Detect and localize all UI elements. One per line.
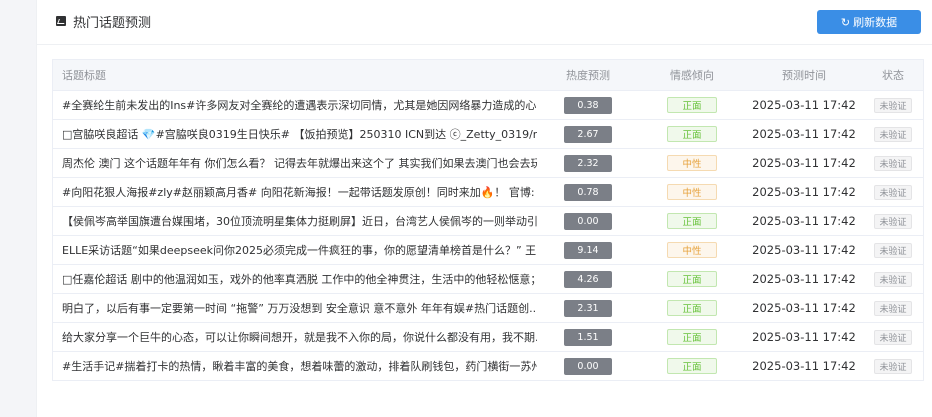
heat-badge: 0.38	[564, 96, 612, 114]
table-row[interactable]: 【侯佩岑高举国旗遭台媒围堵，30位顶流明星集体力挺刷屏】近日，台湾艺人侯佩岑的一…	[53, 207, 923, 236]
prediction-time: 2025-03-11 17:42	[752, 214, 856, 228]
header-status: 状态	[882, 69, 904, 82]
heat-badge: 0.00	[564, 357, 612, 375]
prediction-time: 2025-03-11 17:42	[752, 185, 856, 199]
header-title: 话题标题	[62, 69, 106, 82]
emotion-tag: 正面	[667, 97, 717, 113]
heat-badge: 2.67	[564, 125, 612, 143]
header-time: 预测时间	[782, 69, 826, 82]
heat-badge: 2.31	[564, 299, 612, 317]
refresh-button-label: 刷新数据	[853, 16, 898, 29]
status-badge: 未验证	[874, 271, 912, 287]
card-title: 热门话题预测	[73, 16, 152, 31]
heat-badge: 4.26	[564, 270, 612, 288]
table-row[interactable]: □宫脇咲良超话 💎#宫脇咲良0319生日快乐# 【饭拍预览】250310 ICN…	[53, 120, 923, 149]
emotion-tag: 正面	[667, 213, 717, 229]
prediction-time: 2025-03-11 17:42	[752, 330, 856, 344]
table-row[interactable]: □任嘉伦超话 剧中的他温润如玉，戏外的他率真洒脱 工作中的他全神贯注，生活中的他…	[53, 265, 923, 294]
prediction-time: 2025-03-11 17:42	[752, 98, 856, 112]
emotion-tag: 正面	[667, 358, 717, 374]
header-emotion: 情感倾向	[670, 69, 714, 82]
heat-badge: 2.32	[564, 154, 612, 172]
card-header: 热门话题预测 ↻ 刷新数据	[37, 0, 932, 45]
status-badge: 未验证	[874, 155, 912, 171]
prediction-time: 2025-03-11 17:42	[752, 243, 856, 257]
topic-title[interactable]: □宫脇咲良超话 💎#宫脇咲良0319生日快乐# 【饭拍预览】250310 ICN…	[53, 126, 537, 142]
prediction-time: 2025-03-11 17:42	[752, 359, 856, 373]
emotion-tag: 正面	[667, 300, 717, 316]
topic-title[interactable]: 周杰伦 澳门 这个话题年年有 你们怎么看？ 记得去年就爆出来这个了 其实我们如果…	[53, 155, 537, 171]
status-badge: 未验证	[874, 126, 912, 142]
topic-title[interactable]: 明白了，以后有事一定要第一时间 “拖警” 万万没想到 安全意识 意不意外 年年有…	[53, 300, 537, 316]
hot-topic-prediction-card: 热门话题预测 ↻ 刷新数据 话题标题 热度预测 情感倾向 预测时间 状态 #全赛…	[36, 0, 932, 417]
emotion-tag: 中性	[667, 184, 717, 200]
topic-prediction-table: 话题标题 热度预测 情感倾向 预测时间 状态 #全赛纶生前未发出的Ins#许多网…	[52, 59, 924, 381]
prediction-time: 2025-03-11 17:42	[752, 272, 856, 286]
topic-title[interactable]: □任嘉伦超话 剧中的他温润如玉，戏外的他率真洒脱 工作中的他全神贯注，生活中的他…	[53, 271, 537, 287]
heat-badge: 0.78	[564, 183, 612, 201]
refresh-data-button[interactable]: ↻ 刷新数据	[817, 10, 921, 34]
emotion-tag: 中性	[667, 242, 717, 258]
heat-badge: 1.51	[564, 328, 612, 346]
prediction-time: 2025-03-11 17:42	[752, 127, 856, 141]
table-row[interactable]: 明白了，以后有事一定要第一时间 “拖警” 万万没想到 安全意识 意不意外 年年有…	[53, 294, 923, 323]
topic-title[interactable]: ELLE采访话题“如果deepseek问你2025必须完成一件疯狂的事，你的愿望…	[53, 242, 537, 258]
heat-badge: 0.00	[564, 212, 612, 230]
topic-title[interactable]: #生活手记#揣着打卡的热情，瞅着丰富的美食，想着味蕾的激动，排着队刷钱包，药门横…	[53, 358, 537, 374]
table-row[interactable]: #全赛纶生前未发出的Ins#许多网友对全赛纶的遭遇表示深切同情，尤其是她因网络暴…	[53, 91, 923, 120]
table-row[interactable]: 周杰伦 澳门 这个话题年年有 你们怎么看？ 记得去年就爆出来这个了 其实我们如果…	[53, 149, 923, 178]
emotion-tag: 中性	[667, 155, 717, 171]
table-row[interactable]: ELLE采访话题“如果deepseek问你2025必须完成一件疯狂的事，你的愿望…	[53, 236, 923, 265]
table-row[interactable]: 给大家分享一个巨牛的心态，可以让你瞬间想开，就是我不入你的局，你说什么都没有用，…	[53, 323, 923, 352]
status-badge: 未验证	[874, 97, 912, 113]
status-badge: 未验证	[874, 300, 912, 316]
refresh-icon: ↻	[840, 15, 851, 29]
emotion-tag: 正面	[667, 126, 717, 142]
topic-title[interactable]: #向阳花狠人海报#zly#赵丽颖高月香# 向阳花新海报！一起带话题发原创！同时来…	[53, 184, 537, 200]
table-header: 话题标题 热度预测 情感倾向 预测时间 状态	[53, 60, 923, 91]
status-badge: 未验证	[874, 329, 912, 345]
status-badge: 未验证	[874, 184, 912, 200]
table-row[interactable]: #向阳花狠人海报#zly#赵丽颖高月香# 向阳花新海报！一起带话题发原创！同时来…	[53, 178, 923, 207]
prediction-time: 2025-03-11 17:42	[752, 301, 856, 315]
table-row[interactable]: #生活手记#揣着打卡的热情，瞅着丰富的美食，想着味蕾的激动，排着队刷钱包，药门横…	[53, 352, 923, 380]
chart-icon	[56, 16, 66, 26]
header-heat: 热度预测	[566, 69, 610, 82]
status-badge: 未验证	[874, 213, 912, 229]
prediction-time: 2025-03-11 17:42	[752, 156, 856, 170]
status-badge: 未验证	[874, 242, 912, 258]
topic-title[interactable]: 【侯佩岑高举国旗遭台媒围堵，30位顶流明星集体力挺刷屏】近日，台湾艺人侯佩岑的一…	[53, 213, 537, 229]
emotion-tag: 正面	[667, 271, 717, 287]
topic-title[interactable]: 给大家分享一个巨牛的心态，可以让你瞬间想开，就是我不入你的局，你说什么都没有用，…	[53, 329, 537, 345]
status-badge: 未验证	[874, 358, 912, 374]
table-body: #全赛纶生前未发出的Ins#许多网友对全赛纶的遭遇表示深切同情，尤其是她因网络暴…	[53, 91, 923, 380]
emotion-tag: 正面	[667, 329, 717, 345]
heat-badge: 9.14	[564, 241, 612, 259]
topic-title[interactable]: #全赛纶生前未发出的Ins#许多网友对全赛纶的遭遇表示深切同情，尤其是她因网络暴…	[53, 97, 537, 113]
